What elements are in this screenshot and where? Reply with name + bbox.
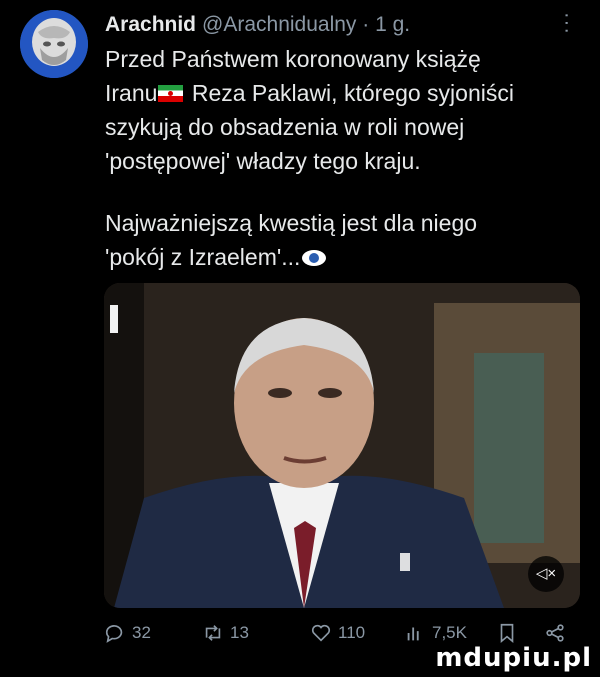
more-icon[interactable]: ··· xyxy=(556,12,578,35)
views-count: 7,5K xyxy=(432,623,467,642)
tweet-line: Najważniejszą kwestią jest dla niego xyxy=(105,210,478,236)
eye-icon xyxy=(302,250,327,266)
tweet-text: Przed Państwem koronowany książę Iranu R… xyxy=(105,42,575,274)
reply-count: 32 xyxy=(132,623,151,642)
tweet-fragment: Reza Paklawi, którego syjoniści xyxy=(185,80,514,106)
reply-icon xyxy=(105,625,123,643)
tweet-fragment: Iranu xyxy=(105,80,158,106)
watermark: mdupiu.pl xyxy=(435,643,592,673)
tweet-header: Arachnid @Arachnidualny · 1 g. xyxy=(105,12,575,38)
bookmark-button[interactable] xyxy=(496,622,518,644)
share-icon xyxy=(546,624,564,642)
retweet-count: 13 xyxy=(230,623,249,642)
tweet-fragment: 'pokój z Izraelem'... xyxy=(105,244,301,270)
like-count: 110 xyxy=(338,623,366,642)
reply-button[interactable]: 32 xyxy=(104,622,151,644)
flag-iran-icon xyxy=(158,85,184,102)
video-frame xyxy=(104,283,580,608)
bookmark-icon xyxy=(500,623,514,644)
mute-icon[interactable]: ◁× xyxy=(528,556,564,592)
tweet-line: 'postępowej' władzy tego kraju. xyxy=(105,148,421,174)
tweet-time[interactable]: · 1 g. xyxy=(362,13,410,36)
avatar[interactable] xyxy=(20,10,88,78)
tweet-line: 'pokój z Izraelem'... xyxy=(105,240,575,274)
share-button[interactable] xyxy=(544,622,566,644)
views-icon xyxy=(407,627,419,641)
retweet-icon xyxy=(205,625,221,641)
tweet-line: szykują do obsadzenia w roli nowej xyxy=(105,114,465,140)
like-icon xyxy=(311,624,331,642)
tweet-line: Przed Państwem koronowany książę xyxy=(105,46,481,72)
views-button[interactable]: 7,5K xyxy=(404,622,467,644)
retweet-button[interactable]: 13 xyxy=(202,622,249,644)
author-name[interactable]: Arachnid xyxy=(105,13,196,36)
tweet-line: Iranu Reza Paklawi, którego syjoniści xyxy=(105,76,575,110)
video-player[interactable]: ◁× xyxy=(104,283,580,608)
like-button[interactable]: 110 xyxy=(310,622,365,644)
author-handle[interactable]: @Arachnidualny xyxy=(202,13,356,36)
